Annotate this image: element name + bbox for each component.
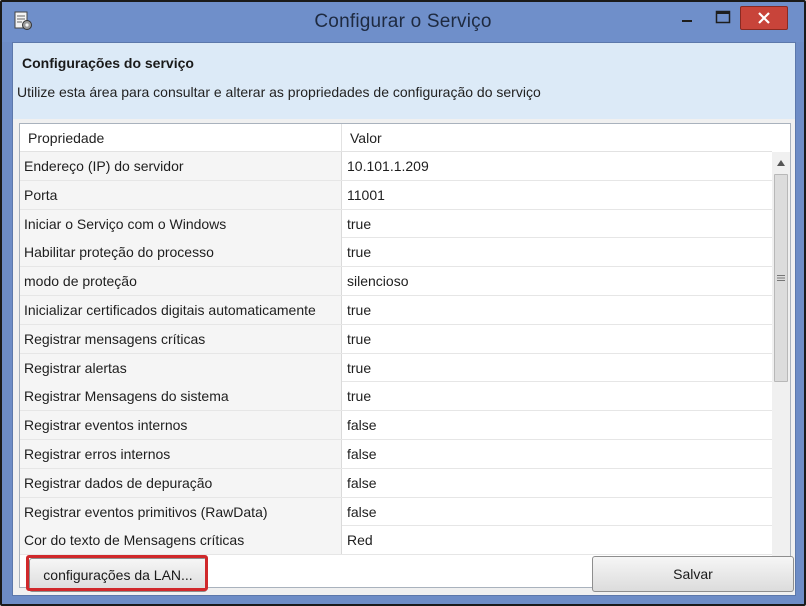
- table-row[interactable]: Cor do texto de Mensagens críticas Red: [20, 526, 772, 556]
- value-cell[interactable]: 10.101.1.209: [342, 152, 772, 180]
- close-button[interactable]: [740, 6, 788, 30]
- table-row[interactable]: Registrar dados de depuração false: [20, 468, 772, 498]
- header-panel: Configurações do serviço Utilize esta ár…: [13, 43, 795, 119]
- property-cell: Registrar eventos internos: [20, 411, 342, 440]
- property-cell: Registrar mensagens críticas: [20, 324, 342, 353]
- property-cell: Registrar erros internos: [20, 439, 342, 468]
- table-row[interactable]: Registrar eventos internos false: [20, 411, 772, 440]
- close-icon: [758, 12, 770, 24]
- value-cell[interactable]: false: [342, 498, 772, 526]
- grid-header: Propriedade Valor: [20, 124, 772, 152]
- table-row[interactable]: Registrar erros internos false: [20, 439, 772, 469]
- property-cell: Habilitar proteção do processo: [20, 238, 342, 267]
- table-row[interactable]: modo de proteção silencioso: [20, 267, 772, 296]
- section-description: Utilize esta área para consultar e alter…: [17, 84, 541, 100]
- save-button[interactable]: Salvar: [592, 556, 794, 592]
- scroll-thumb[interactable]: [774, 174, 788, 382]
- value-cell[interactable]: true: [342, 296, 772, 324]
- minimize-icon: [682, 20, 692, 22]
- property-cell: Registrar alertas: [20, 353, 342, 382]
- scroll-up-button[interactable]: [772, 154, 790, 172]
- property-grid[interactable]: Propriedade Valor Endereço (IP) do servi…: [19, 123, 791, 588]
- maximize-button[interactable]: [702, 4, 744, 30]
- value-cell[interactable]: silencioso: [342, 267, 772, 295]
- property-cell: modo de proteção: [20, 267, 342, 296]
- arrow-up-icon: [777, 160, 785, 166]
- value-cell[interactable]: false: [342, 469, 772, 497]
- property-cell: Cor do texto de Mensagens críticas: [20, 526, 342, 555]
- table-row[interactable]: Habilitar proteção do processo true: [20, 238, 772, 268]
- grid-rows: Endereço (IP) do servidor 10.101.1.209 P…: [20, 152, 772, 587]
- property-cell: Porta: [20, 180, 342, 209]
- dialog-body: Configurações do serviço Utilize esta ár…: [12, 42, 796, 596]
- vertical-scrollbar[interactable]: [772, 152, 790, 587]
- table-row[interactable]: Iniciar o Serviço com o Windows true: [20, 209, 772, 239]
- table-row[interactable]: Endereço (IP) do servidor 10.101.1.209: [20, 152, 772, 181]
- property-cell: Registrar dados de depuração: [20, 468, 342, 497]
- grip-icon: [777, 275, 785, 281]
- property-cell: Iniciar o Serviço com o Windows: [20, 209, 342, 238]
- table-row[interactable]: Porta 11001: [20, 180, 772, 210]
- property-cell: Registrar Mensagens do sistema: [20, 382, 342, 411]
- title-bar[interactable]: Configurar o Serviço: [2, 2, 804, 42]
- table-row[interactable]: Registrar eventos primitivos (RawData) f…: [20, 497, 772, 527]
- section-title: Configurações do serviço: [22, 55, 194, 71]
- configure-service-window: Configurar o Serviço Configurações do se…: [0, 0, 806, 606]
- property-cell: Endereço (IP) do servidor: [20, 152, 342, 180]
- value-cell[interactable]: true: [342, 210, 772, 238]
- table-row[interactable]: Inicializar certificados digitais automa…: [20, 295, 772, 325]
- value-cell[interactable]: true: [342, 382, 772, 410]
- value-cell[interactable]: true: [342, 354, 772, 382]
- column-header-property[interactable]: Propriedade: [20, 124, 342, 152]
- column-header-value[interactable]: Valor: [342, 124, 772, 152]
- table-row[interactable]: Registrar Mensagens do sistema true: [20, 382, 772, 412]
- value-cell[interactable]: true: [342, 238, 772, 266]
- table-row[interactable]: Registrar alertas true: [20, 353, 772, 383]
- value-cell[interactable]: true: [342, 325, 772, 353]
- value-cell[interactable]: 11001: [342, 181, 772, 209]
- lan-settings-button[interactable]: configurações da LAN...: [29, 558, 207, 592]
- table-row[interactable]: Registrar mensagens críticas true: [20, 324, 772, 354]
- value-cell[interactable]: false: [342, 411, 772, 439]
- value-cell[interactable]: Red: [342, 526, 772, 554]
- property-cell: Registrar eventos primitivos (RawData): [20, 497, 342, 526]
- value-cell[interactable]: false: [342, 440, 772, 468]
- maximize-icon: [715, 10, 731, 24]
- property-cell: Inicializar certificados digitais automa…: [20, 295, 342, 324]
